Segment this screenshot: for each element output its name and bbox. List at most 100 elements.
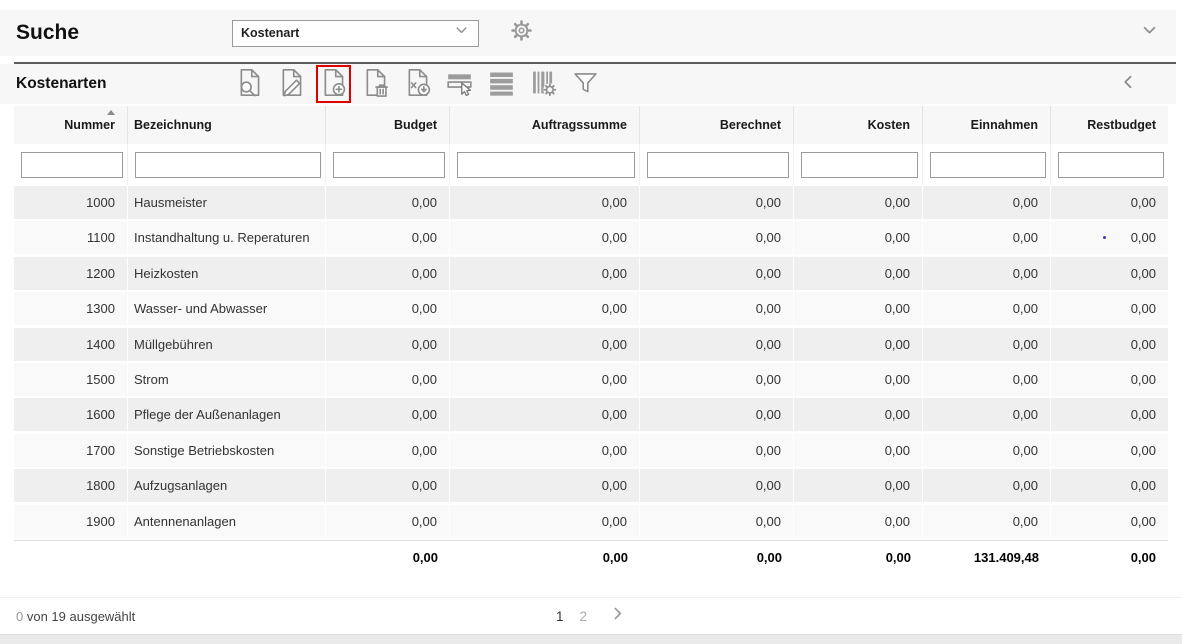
column-settings-button[interactable] [526, 65, 561, 103]
entity-type-dropdown-value: Kostenart [241, 26, 453, 40]
total-kosten: 0,00 [794, 541, 923, 575]
total-auftragssumme: 0,00 [450, 541, 640, 575]
filter-kosten-input[interactable] [801, 152, 918, 178]
filter-cell-restbudget [1051, 144, 1168, 185]
row-layout-button[interactable] [484, 65, 519, 103]
preview-document-button[interactable] [232, 65, 267, 103]
column-header-label: Restbudget [1087, 118, 1156, 132]
cell-budget: 0,00 [326, 363, 450, 396]
export-document-button[interactable] [400, 65, 435, 103]
table-row[interactable]: 1500Strom0,000,000,000,000,000,00 [14, 363, 1168, 396]
cell-kosten: 0,00 [794, 505, 923, 538]
cell-budget: 0,00 [326, 328, 450, 361]
total-bezeichnung [128, 541, 326, 575]
cell-kosten: 0,00 [794, 292, 923, 325]
gear-icon [508, 17, 535, 49]
cell-nummer: 1500 [14, 363, 128, 396]
cell-bezeichnung: Instandhaltung u. Reperaturen [128, 221, 326, 254]
cell-bezeichnung: Antennenanlagen [128, 505, 326, 538]
cell-bezeichnung: Heizkosten [128, 257, 326, 290]
collapse-panel-button[interactable] [1120, 72, 1138, 97]
entity-type-dropdown[interactable]: Kostenart [232, 20, 479, 47]
filter-cell-einnahmen [923, 144, 1051, 185]
column-header-label: Bezeichnung [134, 118, 212, 132]
cell-einnahmen: 0,00 [923, 398, 1051, 431]
delete-document-button[interactable] [358, 65, 393, 103]
add-document-icon [319, 68, 348, 100]
cell-auftragssumme: 0,00 [450, 363, 640, 396]
table-row[interactable]: 1700Sonstige Betriebskosten0,000,000,000… [14, 434, 1168, 467]
table-row[interactable]: 1300Wasser- und Abwasser0,000,000,000,00… [14, 292, 1168, 325]
column-header-label: Budget [394, 118, 437, 132]
search-panel-header: Suche Kostenart [0, 10, 1176, 56]
column-header-bezeichnung[interactable]: Bezeichnung [128, 106, 326, 144]
next-page-button[interactable] [609, 604, 626, 628]
cell-auftragssumme: 0,00 [450, 292, 640, 325]
filter-cell-berechnet [640, 144, 794, 185]
panel-title: Kostenarten [16, 75, 232, 93]
cell-restbudget: 0,00 [1051, 434, 1168, 467]
cell-bezeichnung: Strom [128, 363, 326, 396]
selection-status: 0 von 19 ausgewählt [16, 609, 135, 624]
cell-einnahmen: 0,00 [923, 434, 1051, 467]
column-header-kosten[interactable]: Kosten [794, 106, 923, 144]
page-button-1[interactable]: 1 [556, 609, 564, 624]
filter-nummer-input[interactable] [21, 152, 123, 178]
table-header-row: Nummer Bezeichnung Budget Auftragssumme Bere… [14, 106, 1168, 144]
filter-berechnet-input[interactable] [647, 152, 789, 178]
chevron-right-icon [609, 604, 626, 628]
total-nummer [14, 541, 128, 575]
cell-budget: 0,00 [326, 398, 450, 431]
cell-bezeichnung: Wasser- und Abwasser [128, 292, 326, 325]
cell-kosten: 0,00 [794, 186, 923, 219]
column-header-berechnet[interactable]: Berechnet [640, 106, 794, 144]
cell-restbudget: 0,00 [1051, 221, 1168, 254]
preview-document-icon [235, 68, 264, 100]
table-row[interactable]: 1900Antennenanlagen0,000,000,000,000,000… [14, 505, 1168, 538]
column-header-auftragssumme[interactable]: Auftragssumme [450, 106, 640, 144]
filter-cell-bezeichnung [128, 144, 326, 185]
filter-button[interactable] [568, 65, 603, 103]
cell-budget: 0,00 [326, 257, 450, 290]
table-row[interactable]: 1600Pflege der Außenanlagen0,000,000,000… [14, 398, 1168, 431]
column-header-label: Einnahmen [971, 118, 1038, 132]
add-document-button[interactable] [316, 65, 351, 103]
search-settings-button[interactable] [508, 17, 535, 49]
table-row[interactable]: 1000Hausmeister0,000,000,000,000,000,00 [14, 186, 1168, 219]
filter-restbudget-input[interactable] [1058, 152, 1164, 178]
selection-count: 0 [16, 609, 23, 624]
column-header-restbudget[interactable]: Restbudget [1051, 106, 1168, 144]
cell-berechnet: 0,00 [640, 186, 794, 219]
filter-auftragssumme-input[interactable] [457, 152, 635, 178]
table-row[interactable]: 1800Aufzugsanlagen0,000,000,000,000,000,… [14, 469, 1168, 502]
cell-einnahmen: 0,00 [923, 221, 1051, 254]
kostenarten-panel-header: Kostenarten [0, 64, 1176, 104]
column-header-budget[interactable]: Budget [326, 106, 450, 144]
filter-einnahmen-input[interactable] [930, 152, 1046, 178]
page-title: Suche [16, 21, 232, 45]
cell-restbudget: 0,00 [1051, 398, 1168, 431]
edit-document-button[interactable] [274, 65, 309, 103]
table-body: 1000Hausmeister0,000,000,000,000,000,00 1… [14, 186, 1168, 538]
cell-nummer: 1700 [14, 434, 128, 467]
select-row-button[interactable] [442, 65, 477, 103]
filter-budget-input[interactable] [333, 152, 445, 178]
table-row[interactable]: 1400Müllgebühren0,000,000,000,000,000,00 [14, 328, 1168, 361]
column-header-label: Auftragssumme [532, 118, 627, 132]
column-header-nummer[interactable]: Nummer [14, 106, 128, 144]
cell-budget: 0,00 [326, 434, 450, 467]
chevron-down-icon [453, 23, 470, 43]
table-row[interactable]: 1200Heizkosten0,000,000,000,000,000,00 [14, 257, 1168, 290]
filter-bezeichnung-input[interactable] [135, 152, 321, 178]
page-button-2[interactable]: 2 [580, 609, 588, 624]
collapse-search-panel-button[interactable] [1139, 22, 1160, 44]
table-row[interactable]: 1100Instandhaltung u. Reperaturen0,000,0… [14, 221, 1168, 254]
cell-auftragssumme: 0,00 [450, 505, 640, 538]
pagination: 12 [556, 604, 626, 628]
chevron-down-icon [1139, 22, 1160, 44]
cell-budget: 0,00 [326, 292, 450, 325]
filter-cell-budget [326, 144, 450, 185]
column-header-einnahmen[interactable]: Einnahmen [923, 106, 1051, 144]
cell-restbudget: 0,00 [1051, 186, 1168, 219]
column-header-label: Berechnet [720, 118, 781, 132]
